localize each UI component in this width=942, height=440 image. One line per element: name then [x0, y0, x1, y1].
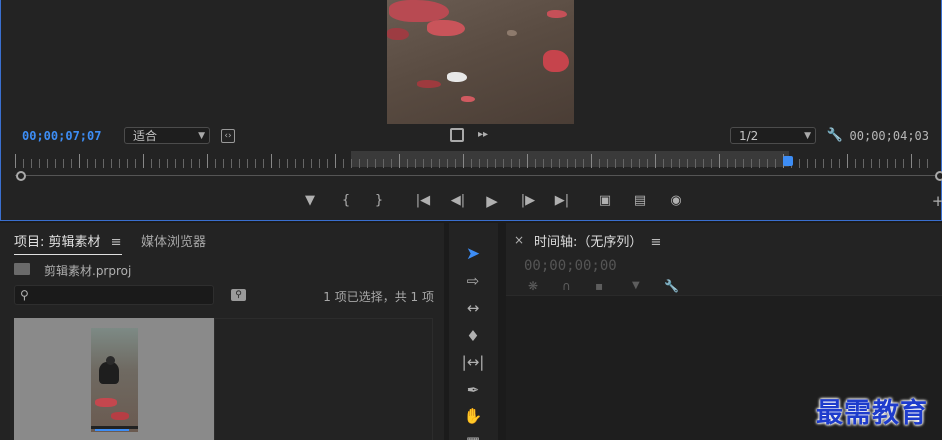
- program-video-frame: [387, 0, 574, 124]
- insert-icon[interactable]: ▣: [596, 192, 614, 210]
- chevron-down-icon: ▼: [804, 130, 811, 141]
- zoom-fit-value: 适合: [133, 129, 158, 143]
- timeline-tab[interactable]: 时间轴:（无序列） ≡: [534, 231, 661, 250]
- ripple-edit-tool-icon[interactable]: ↔: [461, 297, 485, 319]
- duration-timecode: 00;00;04;03: [849, 129, 929, 143]
- linked-selection-icon[interactable]: ▪: [595, 279, 603, 293]
- slip-tool-icon[interactable]: |↔|: [461, 351, 485, 373]
- close-icon[interactable]: ×: [514, 233, 524, 247]
- current-timecode[interactable]: 00;00;07;07: [22, 129, 101, 143]
- nest-icon[interactable]: ❋: [528, 279, 538, 293]
- selection-status: 1 项已选择，共 1 项: [323, 290, 434, 304]
- go-to-in-icon[interactable]: |◀: [414, 192, 432, 210]
- playhead[interactable]: [783, 156, 793, 166]
- mark-out-icon[interactable]: }: [370, 192, 388, 210]
- pen-tool-icon[interactable]: ✒: [461, 379, 485, 401]
- zoom-scroll-bar[interactable]: [15, 175, 942, 179]
- chevron-down-icon: ▼: [198, 130, 205, 141]
- hand-tool-icon[interactable]: ✋: [461, 405, 485, 427]
- add-button-icon[interactable]: +: [929, 192, 942, 210]
- export-frame-film-icon[interactable]: [450, 128, 464, 142]
- selection-tool-icon[interactable]: ➤: [461, 243, 485, 265]
- tab-project[interactable]: 项目: 剪辑素材 ≡: [14, 231, 122, 255]
- play-icon[interactable]: ▶: [483, 192, 501, 210]
- tab-project-label: 项目: 剪辑素材: [14, 235, 101, 250]
- tools-panel: ➤ ⇨ ↔ ♦ |↔| ✒ ✋ ▦: [449, 223, 498, 440]
- folder-icon: [14, 263, 30, 275]
- mark-in-icon[interactable]: {: [337, 192, 355, 210]
- find-icon[interactable]: ⚲: [231, 289, 246, 301]
- track-select-tool-icon[interactable]: ⇨: [461, 270, 485, 292]
- search-icon: ⚲: [20, 288, 29, 302]
- snap-magnet-icon[interactable]: ∩: [562, 279, 571, 293]
- step-back-icon[interactable]: ◀|: [449, 192, 467, 210]
- transport-controls: ▼ { } |◀ ◀| ▶ |▶ ▶| ▣ ▤ ◉ +: [1, 192, 942, 210]
- camera-icon[interactable]: ◉: [667, 192, 685, 210]
- tab-media-browser[interactable]: 媒体浏览器: [141, 231, 206, 250]
- safe-margins-icon[interactable]: ‹›: [221, 129, 235, 143]
- overwrite-icon[interactable]: ▤: [631, 192, 649, 210]
- add-marker-icon[interactable]: ▼: [632, 279, 640, 293]
- type-tool-icon[interactable]: ▦: [461, 431, 485, 440]
- project-file-name: 剪辑素材.prproj: [44, 264, 132, 278]
- bin-empty-area: [214, 318, 433, 440]
- clip-thumbnail-frame: [91, 328, 138, 432]
- step-forward-icon[interactable]: |▶: [519, 192, 537, 210]
- panel-menu-icon[interactable]: ≡: [111, 235, 122, 250]
- go-to-out-icon[interactable]: ▶|: [553, 192, 571, 210]
- playback-resolution-dropdown[interactable]: 1/2 ▼: [730, 127, 816, 144]
- zoom-fit-dropdown[interactable]: 适合 ▼: [124, 127, 210, 144]
- timeline-timecode[interactable]: 00;00;00;00: [524, 258, 617, 274]
- zoom-scroll-handle-right[interactable]: [935, 171, 942, 181]
- project-panel: 项目: 剪辑素材 ≡ 媒体浏览器 剪辑素材.prproj ⚲ ⚲ 1 项已选择，…: [0, 223, 444, 440]
- add-marker-icon[interactable]: ▼: [301, 192, 319, 210]
- clip-thumbnail[interactable]: [14, 318, 214, 440]
- search-input[interactable]: ⚲: [14, 285, 214, 305]
- timeline-title: 时间轴:（无序列）: [534, 235, 643, 250]
- wrench-icon[interactable]: 🔧: [827, 128, 843, 144]
- wrench-icon[interactable]: 🔧: [664, 279, 679, 293]
- watermark-logo: 最需教育: [816, 398, 928, 429]
- program-monitor: 00;00;07;07 适合 ▼ ‹› ▸▸ 1/2 ▼ 🔧 00;00;04;…: [0, 0, 942, 221]
- multi-frame-icon[interactable]: ▸▸: [475, 128, 491, 142]
- playback-resolution-value: 1/2: [739, 128, 759, 143]
- zoom-scroll-handle-left[interactable]: [16, 171, 26, 181]
- time-ruler[interactable]: [15, 150, 929, 170]
- panel-menu-icon[interactable]: ≡: [651, 235, 662, 250]
- razor-tool-icon[interactable]: ♦: [461, 325, 485, 347]
